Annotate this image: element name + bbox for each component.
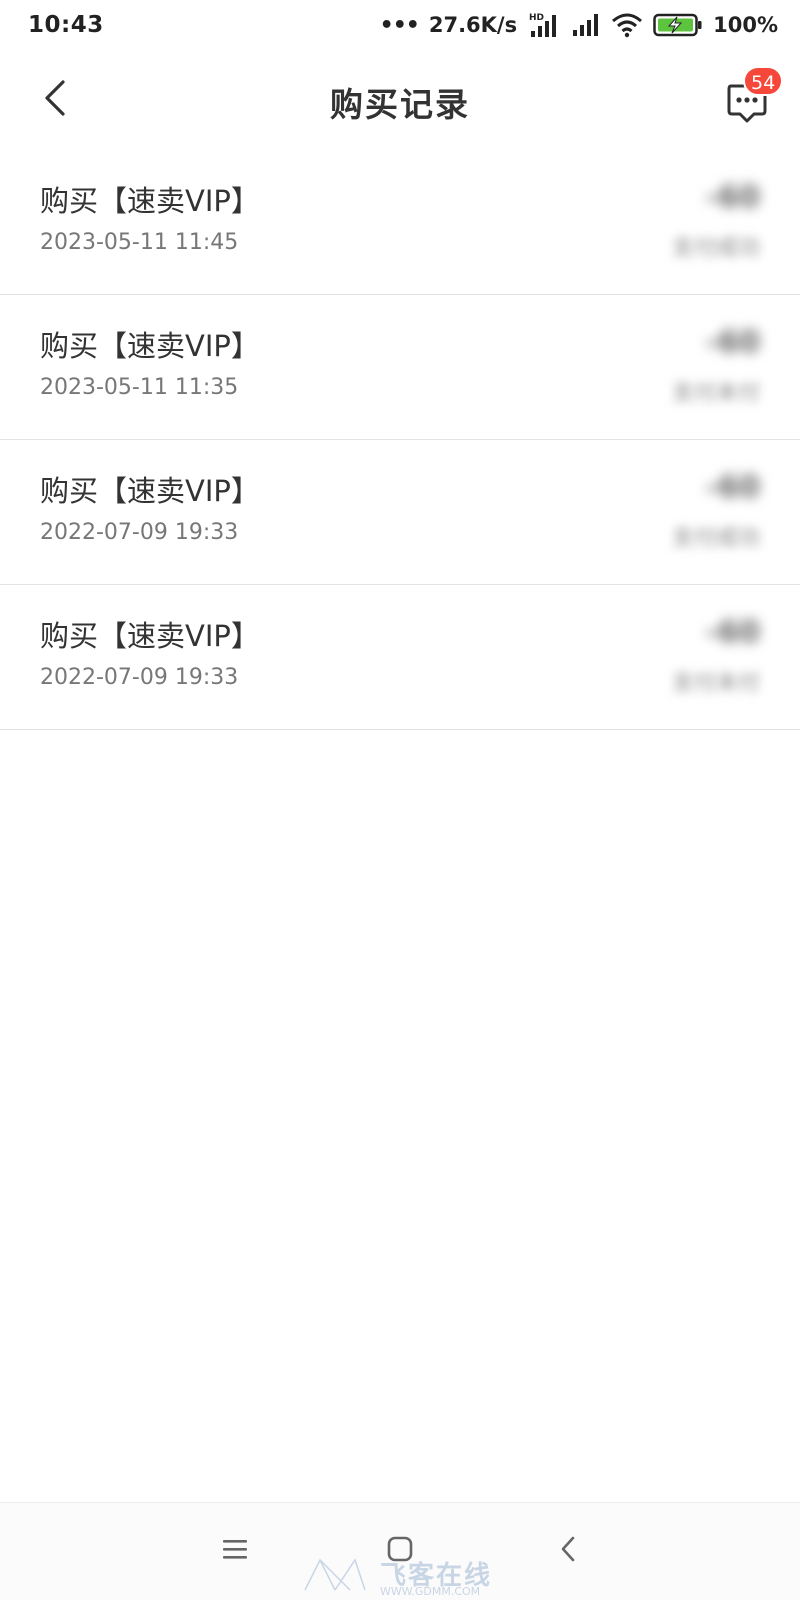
cell-signal-icon — [571, 12, 601, 38]
record-time: 2022-07-09 19:33 — [40, 665, 239, 690]
record-title: 购买【速卖VIP】 — [40, 329, 260, 363]
battery-level: 100% — [713, 13, 778, 37]
page-title: 购买记录 — [330, 85, 470, 124]
nav-back-button[interactable] — [546, 1529, 590, 1573]
status-time: 10:43 — [28, 12, 104, 38]
nav-menu-button[interactable] — [213, 1529, 257, 1573]
purchase-records-screen: 10:43 ••• 27.6K/s HD 100% 购买记录 54 购买【速卖V… — [0, 0, 800, 1600]
battery-charging-icon — [653, 12, 703, 38]
status-bar: 10:43 ••• 27.6K/s HD 100% — [0, 0, 800, 50]
purchase-record-row[interactable]: 购买【速卖VIP】 2022-07-09 19:33 -60 支付成功 — [0, 440, 800, 585]
unread-messages-badge: 54 — [743, 66, 784, 96]
wifi-icon — [611, 12, 643, 38]
purchase-record-row[interactable]: 购买【速卖VIP】 2022-07-09 19:33 -60 支付未付 — [0, 585, 800, 730]
chat-bubble-icon — [725, 84, 769, 128]
record-amount: -60 — [705, 615, 760, 650]
record-title: 购买【速卖VIP】 — [40, 619, 260, 653]
status-dots: ••• — [379, 12, 420, 38]
record-status: 支付未付 — [671, 381, 760, 406]
watermark-url: WWW.GDMM.COM — [380, 1585, 481, 1598]
purchase-record-list: 购买【速卖VIP】 2023-05-11 11:45 -60 支付成功 购买【速… — [0, 150, 800, 730]
record-time: 2023-05-11 11:35 — [40, 375, 239, 400]
network-badge: HD — [529, 13, 544, 23]
record-status: 支付成功 — [671, 526, 760, 551]
purchase-record-row[interactable]: 购买【速卖VIP】 2023-05-11 11:35 -60 支付未付 — [0, 295, 800, 440]
purchase-record-row[interactable]: 购买【速卖VIP】 2023-05-11 11:45 -60 支付成功 — [0, 150, 800, 295]
status-indicators: ••• 27.6K/s HD 100% — [380, 11, 778, 39]
cell-signal-hd-icon: HD — [527, 11, 561, 39]
record-status: 支付成功 — [671, 236, 760, 261]
record-time: 2023-05-11 11:45 — [40, 230, 239, 255]
watermark-logo-icon — [300, 1558, 370, 1599]
back-chevron-icon — [557, 1534, 579, 1568]
menu-icon — [221, 1537, 249, 1565]
record-title: 购买【速卖VIP】 — [40, 184, 260, 218]
record-amount: -60 — [705, 325, 760, 360]
app-header: 购买记录 54 — [0, 50, 800, 150]
record-amount: -60 — [705, 470, 760, 505]
network-speed: 27.6K/s — [428, 13, 518, 37]
record-time: 2022-07-09 19:33 — [40, 520, 239, 545]
record-title: 购买【速卖VIP】 — [40, 474, 260, 508]
record-amount: -60 — [705, 180, 760, 215]
watermark: 飞客在线 WWW.GDMM.COM — [300, 1555, 510, 1600]
record-status: 支付未付 — [671, 671, 760, 696]
